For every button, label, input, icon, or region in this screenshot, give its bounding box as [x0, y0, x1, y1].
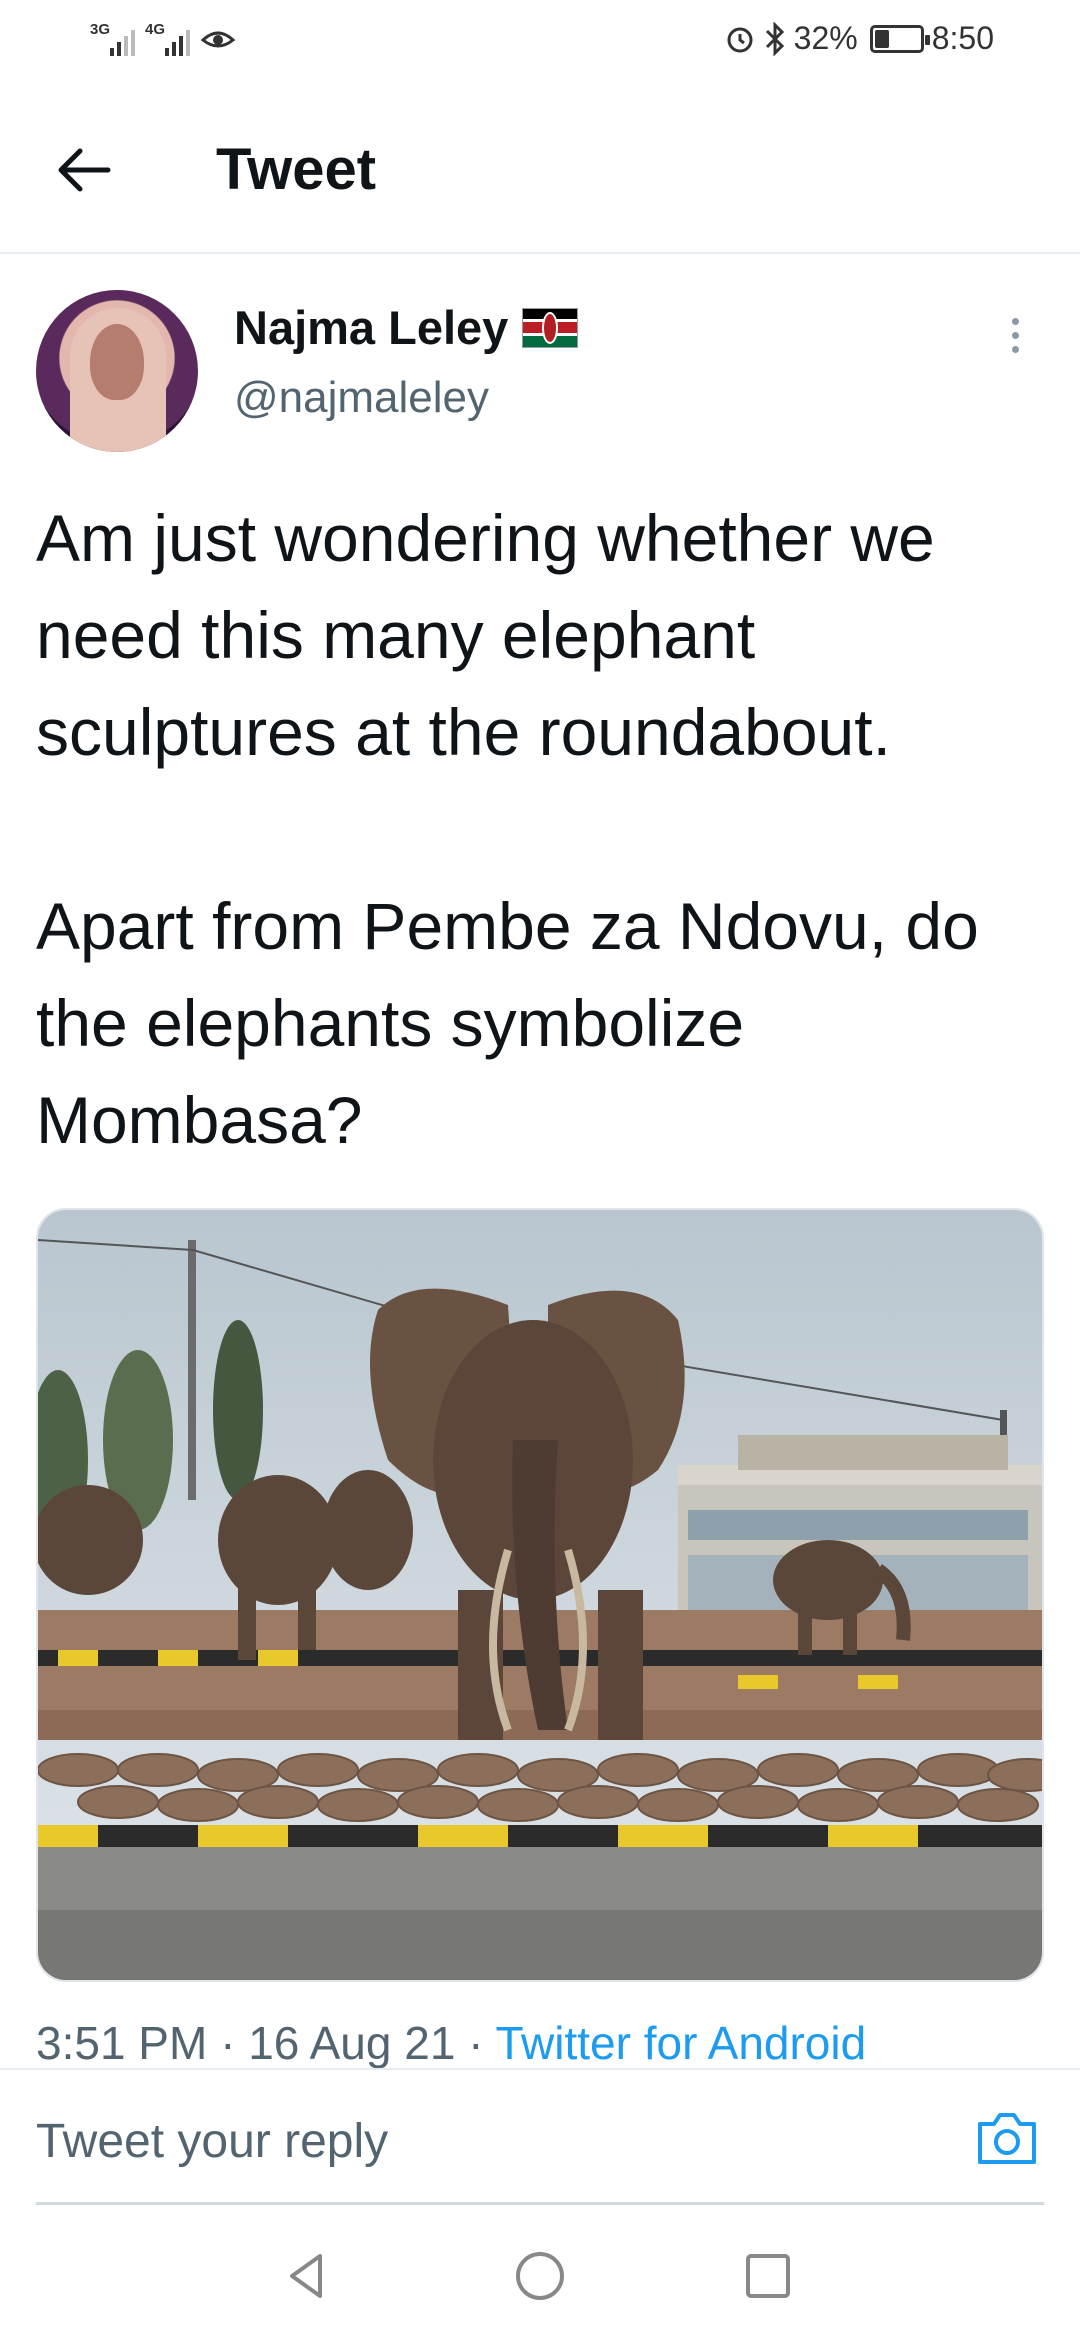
author-name-row: Najma Leley	[234, 300, 579, 355]
tweet-date: 16 Aug 21	[248, 2017, 456, 2069]
elephant-sculptures-photo	[38, 1210, 1042, 1980]
battery-icon	[869, 24, 930, 53]
tweet-author: Najma Leley @najmaleley	[234, 300, 579, 423]
avatar-face	[90, 324, 144, 400]
author-name[interactable]: Najma Leley	[234, 300, 508, 355]
avatar[interactable]	[36, 290, 198, 452]
battery-percent: 32%	[793, 20, 858, 56]
eye-icon	[200, 31, 236, 48]
signal-type-label: 3G	[90, 21, 111, 38]
tweet-meta: 3:51 PM · 16 Aug 21 · Twitter for Androi…	[36, 2016, 866, 2070]
more-options-icon[interactable]	[1012, 318, 1019, 353]
meta-separator: ·	[207, 2017, 249, 2069]
camera-icon[interactable]	[976, 2110, 1038, 2166]
reply-bar: Tweet your reply	[0, 2068, 1080, 2208]
nav-home-icon[interactable]	[512, 2248, 568, 2304]
system-nav-bar	[0, 2210, 1080, 2340]
reply-divider	[36, 2202, 1044, 2205]
status-right: 32% 8:50	[724, 20, 994, 57]
arrow-left-icon	[58, 148, 111, 192]
tweet-photo[interactable]	[36, 1208, 1044, 1982]
back-button[interactable]	[52, 138, 116, 202]
signal-icon: 3G	[90, 22, 135, 56]
tweet-source-link[interactable]: Twitter for Android	[495, 2017, 866, 2069]
bluetooth-icon	[765, 21, 784, 56]
signal-type-label-2: 4G	[145, 21, 166, 38]
tweet-time: 3:51 PM	[36, 2017, 208, 2069]
page-title: Tweet	[216, 137, 377, 202]
kenya-flag-icon	[522, 307, 579, 348]
nav-back-icon[interactable]	[280, 2248, 336, 2304]
alarm-icon	[727, 27, 753, 52]
tweet-text: Am just wondering whether we need this m…	[36, 501, 979, 1157]
top-app-bar: Tweet	[0, 86, 1080, 254]
meta-separator-2: ·	[455, 2017, 496, 2069]
author-handle[interactable]: @najmaleley	[234, 373, 578, 423]
clock: 8:50	[931, 20, 994, 56]
status-left: 3G 4G	[90, 22, 236, 56]
signal-icon-2: 4G	[145, 22, 190, 56]
reply-input[interactable]: Tweet your reply	[36, 2114, 388, 2169]
status-bar: 3G 4G 32% 8:50	[0, 0, 1080, 86]
nav-recents-icon[interactable]	[740, 2248, 796, 2304]
